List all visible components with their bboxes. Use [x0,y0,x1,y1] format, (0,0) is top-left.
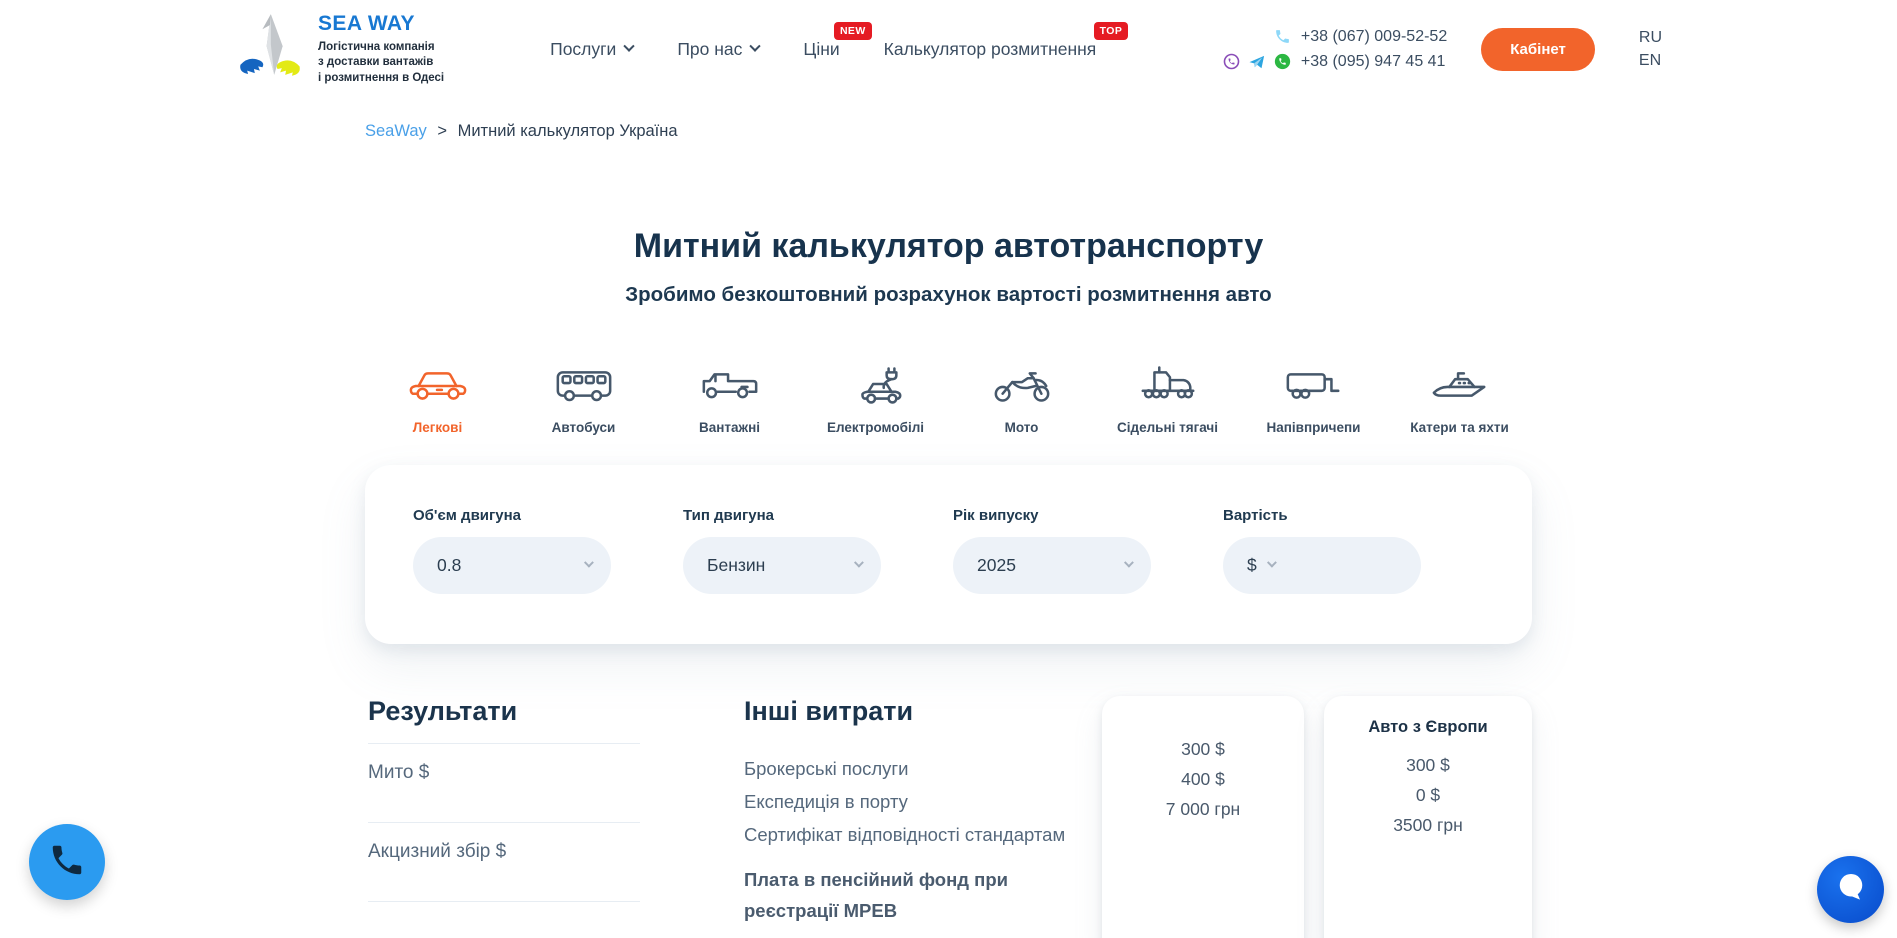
top-badge: TOP [1094,22,1129,40]
other-cost-item: Експедиція в порту [744,785,1090,818]
contacts: +38 (067) 009-52-52 [1203,28,1447,71]
results-section: Результати Мито $ Акцизний збір $ [368,696,640,902]
page-title: Митний калькулятор автотранспорту [0,227,1897,266]
year-select[interactable]: 2025 [953,537,1151,594]
chevron-down-icon [750,41,761,52]
price-value: 300 $ [1324,750,1532,780]
chevron-down-icon [1267,558,1277,568]
engine-volume-field: Об'єм двигуна 0.8 [413,507,611,594]
year-field: Рік випуску 2025 [953,507,1151,594]
lang-en[interactable]: EN [1639,52,1662,70]
vehicle-type-tabs: Легкові Автобуси Вантажні [0,365,1897,435]
semi-truck-icon [1137,365,1199,405]
viber-icon[interactable] [1223,53,1240,70]
tab-trucks[interactable]: Вантажні [657,365,803,435]
chevron-down-icon [624,41,635,52]
result-row-duty: Мито $ [368,743,640,822]
nav-item-about[interactable]: Про нас [677,39,759,60]
price-value: 0 $ [1324,780,1532,810]
whatsapp-icon[interactable] [1274,53,1291,70]
page-subtitle: Зробимо безкоштовний розрахунок вартості… [0,283,1897,307]
price-value: 3500 грн [1324,810,1532,840]
other-cost-item: Сертифікат відповідності стандартам [744,818,1090,851]
results-title: Результати [368,696,640,727]
cost-currency-select[interactable]: $ [1223,537,1421,594]
phone-icon [1274,28,1291,45]
europe-card-title: Авто з Європи [1324,718,1532,737]
car-icon [407,365,469,405]
engine-type-select[interactable]: Бензин [683,537,881,594]
other-costs-price-card: 300 $ 400 $ 7 000 грн [1102,696,1304,938]
other-costs-title: Інші витрати [744,696,1090,727]
logo[interactable]: SEA WAY Логістична компанія з доставки в… [232,9,444,90]
trailer-icon [1283,365,1345,405]
chat-bubble-icon [1833,869,1869,910]
tab-electric-cars[interactable]: Електромобілі [803,365,949,435]
truck-icon [699,365,761,405]
new-badge: NEW [834,22,872,40]
breadcrumb-home-link[interactable]: SeaWay [365,122,427,140]
chevron-down-icon [854,558,864,568]
price-value: 7 000 грн [1102,794,1304,824]
other-costs-section: Інші витрати Брокерські послуги Експедиц… [744,696,1090,926]
phone-number-2[interactable]: +38 (095) 947 45 41 [1301,53,1446,71]
tab-buses[interactable]: Автобуси [511,365,657,435]
nav-item-customs-calculator[interactable]: Калькулятор розмитнення TOP [884,39,1097,60]
breadcrumb-separator: > [437,122,447,140]
europe-car-price-card: Авто з Європи 300 $ 0 $ 3500 грн [1324,696,1532,938]
breadcrumb-current: Митний калькулятор Україна [458,122,678,140]
main-nav: Послуги Про нас Ціни NEW Калькулятор роз… [550,39,1096,60]
telegram-icon[interactable] [1248,54,1266,70]
hero: Митний калькулятор автотранспорту Зробим… [0,227,1897,307]
breadcrumb: SeaWay > Митний калькулятор Україна [365,122,1897,141]
yacht-icon [1429,365,1491,405]
price-value: 300 $ [1102,734,1304,764]
phone-number-1[interactable]: +38 (067) 009-52-52 [1301,28,1447,46]
cost-field: Вартість $ [1223,507,1421,594]
phone-icon [48,841,86,884]
bottom-section: Результати Мито $ Акцизний збір $ Інші в… [0,696,1897,938]
chat-fab-button[interactable] [1817,856,1884,923]
header: SEA WAY Логістична компанія з доставки в… [0,0,1897,92]
motorcycle-icon [991,365,1053,405]
brand-name: SEA WAY [318,12,444,36]
language-switcher: RU EN [1639,29,1662,70]
result-row-excise: Акцизний збір $ [368,822,640,902]
nav-item-prices[interactable]: Ціни NEW [803,39,839,60]
lang-ru[interactable]: RU [1639,29,1662,47]
calculator-form-card: Об'єм двигуна 0.8 Тип двигуна Бензин Рік… [365,465,1532,644]
year-label: Рік випуску [953,507,1151,524]
brand-tagline: Логістична компанія з доставки вантажів … [318,40,444,87]
cost-label: Вартість [1223,507,1421,524]
pension-fund-item: Плата в пенсійний фонд при реєстрації МР… [744,864,1090,926]
engine-volume-select[interactable]: 0.8 [413,537,611,594]
bus-icon [553,365,615,405]
call-fab-button[interactable] [29,824,105,900]
engine-volume-label: Об'єм двигуна [413,507,611,524]
tab-moto[interactable]: Мото [949,365,1095,435]
tab-cars[interactable]: Легкові [365,365,511,435]
chevron-down-icon [584,558,594,568]
engine-type-field: Тип двигуна Бензин [683,507,881,594]
price-value: 400 $ [1102,764,1304,794]
electric-car-icon [845,365,907,405]
cabinet-button[interactable]: Кабінет [1481,28,1595,71]
tab-boats-yachts[interactable]: Катери та яхти [1387,365,1533,435]
tab-semi-trucks[interactable]: Сідельні тягачі [1095,365,1241,435]
engine-type-label: Тип двигуна [683,507,881,524]
chevron-down-icon [1124,558,1134,568]
tab-semi-trailers[interactable]: Напівпричепи [1241,365,1387,435]
nav-item-services[interactable]: Послуги [550,39,633,60]
other-cost-item: Брокерські послуги [744,752,1090,785]
seaway-logo-icon [232,9,308,90]
